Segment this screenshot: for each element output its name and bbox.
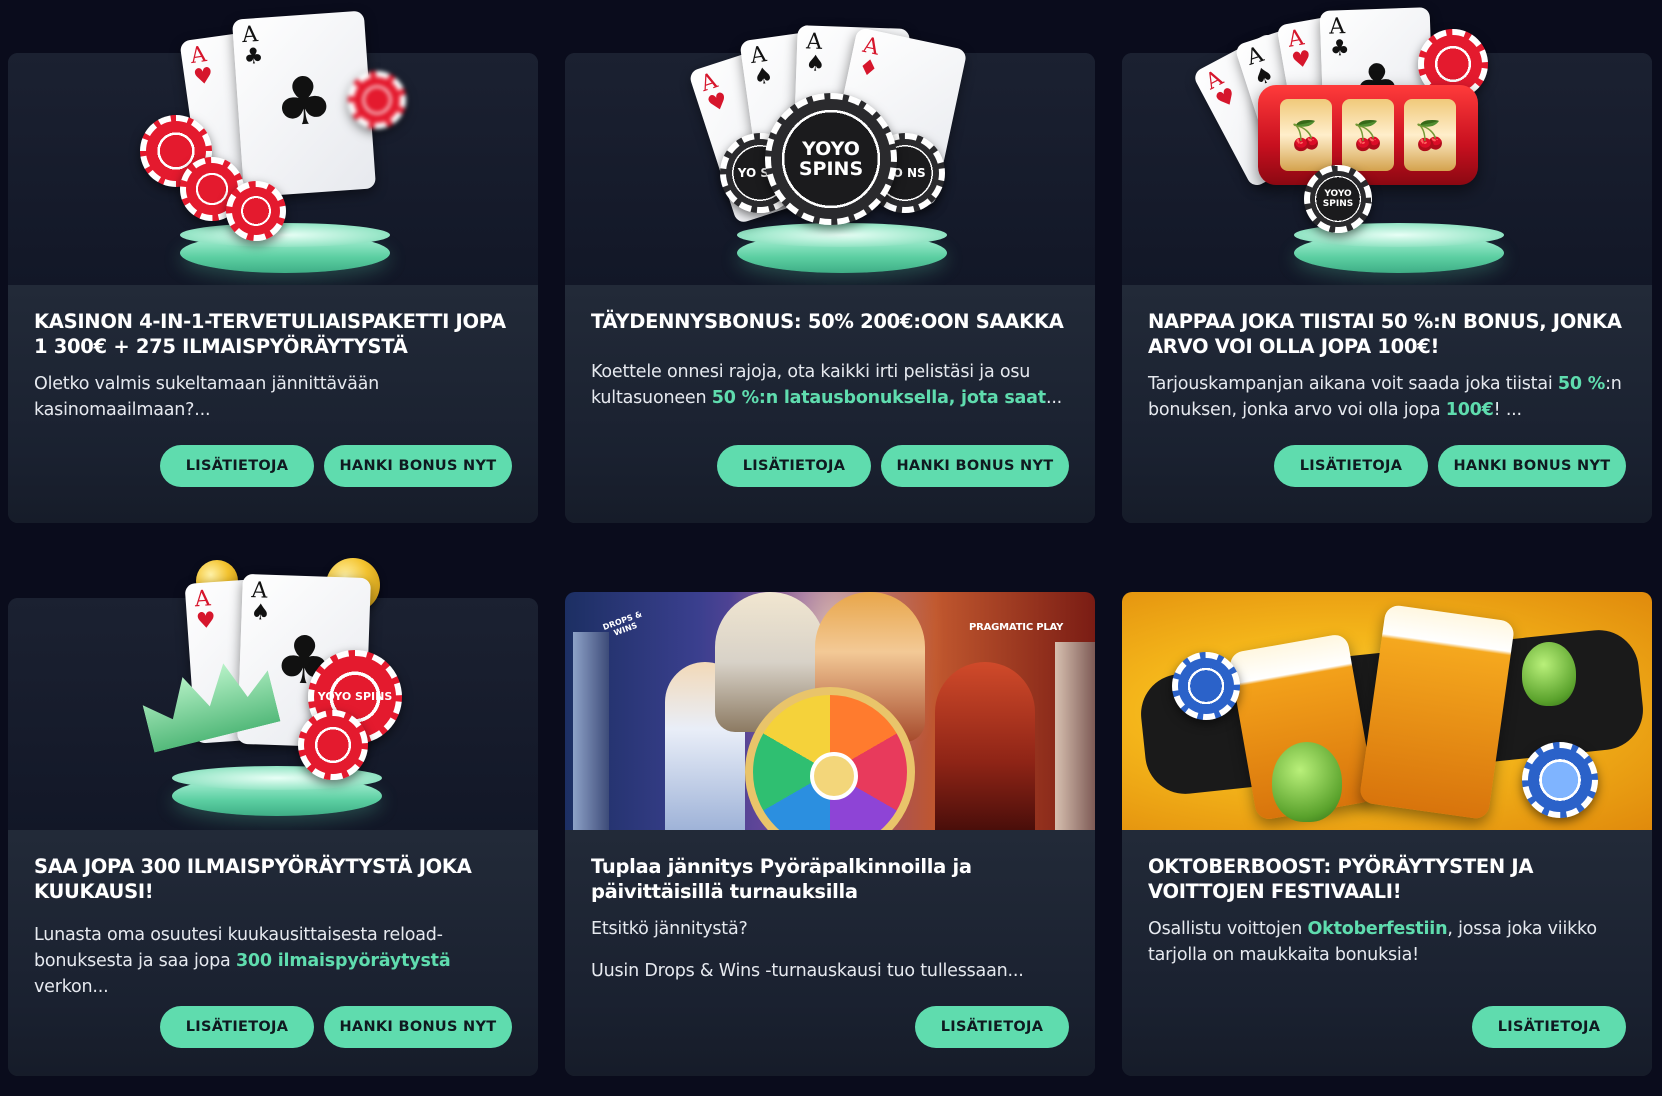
promo-card-body: Tuplaa jännitys Pyöräpalkinnoilla ja päi… — [565, 830, 1095, 1076]
promo-card-drops-wins: DROPS & WINS PRAGMATIC PLAY Tuplaa jänni… — [565, 592, 1095, 1076]
promo-description: Oletko valmis sukeltamaan jännittävään k… — [34, 374, 380, 420]
pedestal-icon — [172, 766, 382, 816]
more-info-button[interactable]: LISÄTIETOJA — [915, 1006, 1069, 1048]
pragmatic-play-logo: PRAGMATIC PLAY — [969, 622, 1064, 633]
pedestal-icon — [180, 223, 390, 273]
promo-art-slot-machine: A ♥ A ♠ A ♥ A ♣ ♣ 🍒 🍒 🍒 YOYO SPINS — [1122, 7, 1652, 285]
promo-title: TÄYDENNYSBONUS: 50% 200€:OON SAAKKA — [591, 310, 1064, 333]
claim-bonus-button[interactable]: HANKI BONUS NYT — [881, 445, 1069, 487]
claim-bonus-button[interactable]: HANKI BONUS NYT — [1438, 445, 1626, 487]
promo-title: Tuplaa jännitys Pyöräpalkinnoilla ja päi… — [591, 855, 972, 903]
promo-title: SAA JOPA 300 ILMAISPYÖRÄYTYSTÄ JOKA KUUK… — [34, 855, 472, 903]
promo-card-body: KASINON 4-IN-1-TERVETULIAISPAKETTI JOPA … — [8, 285, 538, 523]
pedestal-icon — [1294, 223, 1504, 273]
promo-description: Lunasta oma osuutesi kuukausittaisesta r… — [34, 925, 451, 997]
red-chip-icon — [226, 181, 286, 241]
promo-description: Koettele onnesi rajoja, ota kaikki irti … — [591, 362, 1063, 408]
promo-art-crown-cards: A ♥ A ♠ ♣ YOYO SPINS — [8, 558, 538, 830]
promo-card-body: SAA JOPA 300 ILMAISPYÖRÄYTYSTÄ JOKA KUUK… — [8, 830, 538, 1076]
promo-card-monthly-spins: A ♥ A ♠ ♣ YOYO SPINS SAA JOPA 300 ILMAISPYÖ… — [8, 558, 538, 1076]
promo-art-beer-mugs — [1122, 592, 1652, 830]
more-info-button[interactable]: LISÄTIETOJA — [160, 1006, 314, 1048]
promo-title: OKTOBERBOOST: PYÖRÄYTYSTEN JA VOITTOJEN … — [1148, 855, 1534, 903]
yoyo-spins-chip-icon: YOYO SPINS — [765, 93, 897, 225]
beer-mug-icon — [1358, 603, 1516, 821]
promo-art-cards-chips: A ♥ A ♣ ♣ — [8, 10, 538, 285]
more-info-button[interactable]: LISÄTIETOJA — [160, 445, 314, 487]
hop-icon — [1522, 642, 1576, 706]
promo-description: Tarjouskampanjan aikana voit saada joka … — [1148, 374, 1622, 420]
more-info-button[interactable]: LISÄTIETOJA — [1472, 1006, 1626, 1048]
promo-card-tuesday: A ♥ A ♠ A ♥ A ♣ ♣ 🍒 🍒 🍒 YOYO SPINS NAPPAA JOK… — [1122, 7, 1652, 523]
pedestal-icon — [737, 223, 947, 273]
slot-reel-icon: 🍒 — [1280, 99, 1332, 171]
drops-wins-badge: DROPS & WINS — [601, 609, 644, 638]
demon-figure — [935, 662, 1035, 830]
more-info-button[interactable]: LISÄTIETOJA — [717, 445, 871, 487]
temple-column-right — [1055, 642, 1095, 830]
promo-title: KASINON 4-IN-1-TERVETULIAISPAKETTI JOPA … — [34, 310, 506, 358]
promo-card-body: OKTOBERBOOST: PYÖRÄYTYSTEN JA VOITTOJEN … — [1122, 830, 1652, 1076]
claim-bonus-button[interactable]: HANKI BONUS NYT — [324, 445, 512, 487]
slot-machine-icon: 🍒 🍒 🍒 — [1258, 85, 1478, 185]
hop-icon — [1272, 742, 1342, 822]
promo-card-welcome: A ♥ A ♣ ♣ KASINON 4-IN-1-TERVETULIAISPAKET… — [8, 10, 538, 523]
blue-chip-icon — [1522, 742, 1598, 818]
red-chip-icon — [298, 710, 368, 780]
slot-reel-icon: 🍒 — [1404, 99, 1456, 171]
temple-column-left — [573, 632, 609, 830]
red-chip-icon — [348, 71, 406, 129]
wheel-hub-icon — [810, 752, 858, 800]
promo-art-prize-wheel: DROPS & WINS PRAGMATIC PLAY — [565, 592, 1095, 830]
promo-description: Osallistu voittojen Oktoberfestiin, joss… — [1148, 919, 1597, 965]
promo-description: Etsitkö jännitystä? — [591, 919, 748, 939]
promo-card-oktoberboost: OKTOBERBOOST: PYÖRÄYTYSTEN JA VOITTOJEN … — [1122, 592, 1652, 1076]
promo-art-yoyo-chips: A ♥ A ♠ A ♠ A ♦ YO SPI YO NS YOYO SPINS — [565, 25, 1095, 285]
promo-card-body: TÄYDENNYSBONUS: 50% 200€:OON SAAKKA Koet… — [565, 285, 1095, 523]
yoyo-spins-chip-icon: YOYO SPINS — [1304, 165, 1372, 233]
promo-card-body: NAPPAA JOKA TIISTAI 50 %:N BONUS, JONKA … — [1122, 285, 1652, 523]
more-info-button[interactable]: LISÄTIETOJA — [1274, 445, 1428, 487]
claim-bonus-button[interactable]: HANKI BONUS NYT — [324, 1006, 512, 1048]
blue-chip-icon — [1172, 652, 1240, 720]
promo-description-2: Uusin Drops & Wins -turnauskausi tuo tul… — [591, 961, 1024, 981]
promo-title: NAPPAA JOKA TIISTAI 50 %:N BONUS, JONKA … — [1148, 310, 1622, 358]
promo-card-reload: A ♥ A ♠ A ♠ A ♦ YO SPI YO NS YOYO SPINS TÄYD… — [565, 25, 1095, 523]
slot-reel-icon: 🍒 — [1342, 99, 1394, 171]
